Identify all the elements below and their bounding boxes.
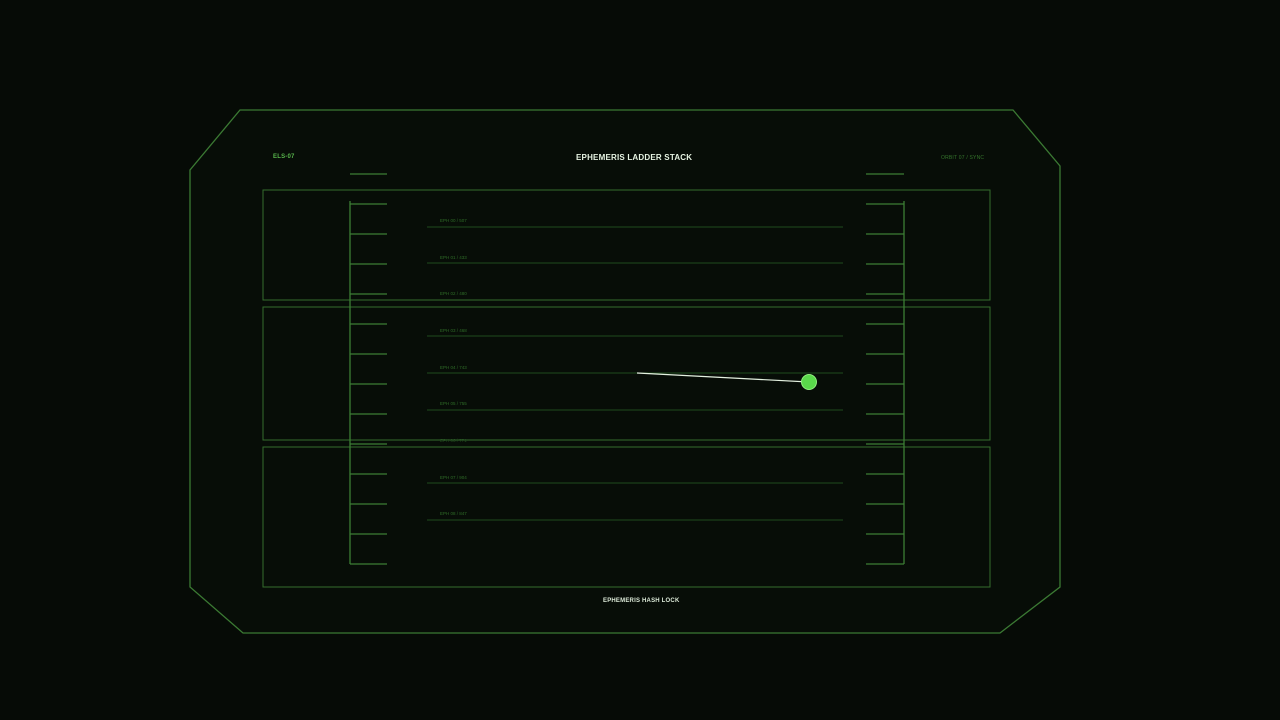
- outer-frame: [189, 109, 1061, 634]
- ephemeris-label: EPH 01 / 433: [440, 255, 467, 260]
- ephemeris-label: EPH 07 / 904: [440, 475, 467, 480]
- ephemeris-label: EPH 03 / 468: [440, 328, 467, 333]
- hud-canvas: [189, 109, 1061, 634]
- ephemeris-label: EPH 04 / 743: [440, 365, 467, 370]
- ephemeris-label: EPH 00 / 507: [440, 218, 467, 223]
- system-code: ELS-07: [273, 154, 295, 160]
- ephemeris-label: EPH 08 / 847: [440, 511, 467, 516]
- footer-label: EPHEMERIS HASH LOCK: [603, 598, 680, 604]
- orbit-status: ORBIT 07 / SYNC: [941, 155, 985, 161]
- ephemeris-label: EPH 02 / 480: [440, 291, 467, 296]
- ephemeris-label: EPH 06 / 771: [440, 438, 467, 443]
- ephemeris-label: EPH 05 / 755: [440, 401, 467, 406]
- page-title: EPHEMERIS LADDER STACK: [576, 153, 693, 162]
- target-dot-icon[interactable]: [801, 374, 817, 390]
